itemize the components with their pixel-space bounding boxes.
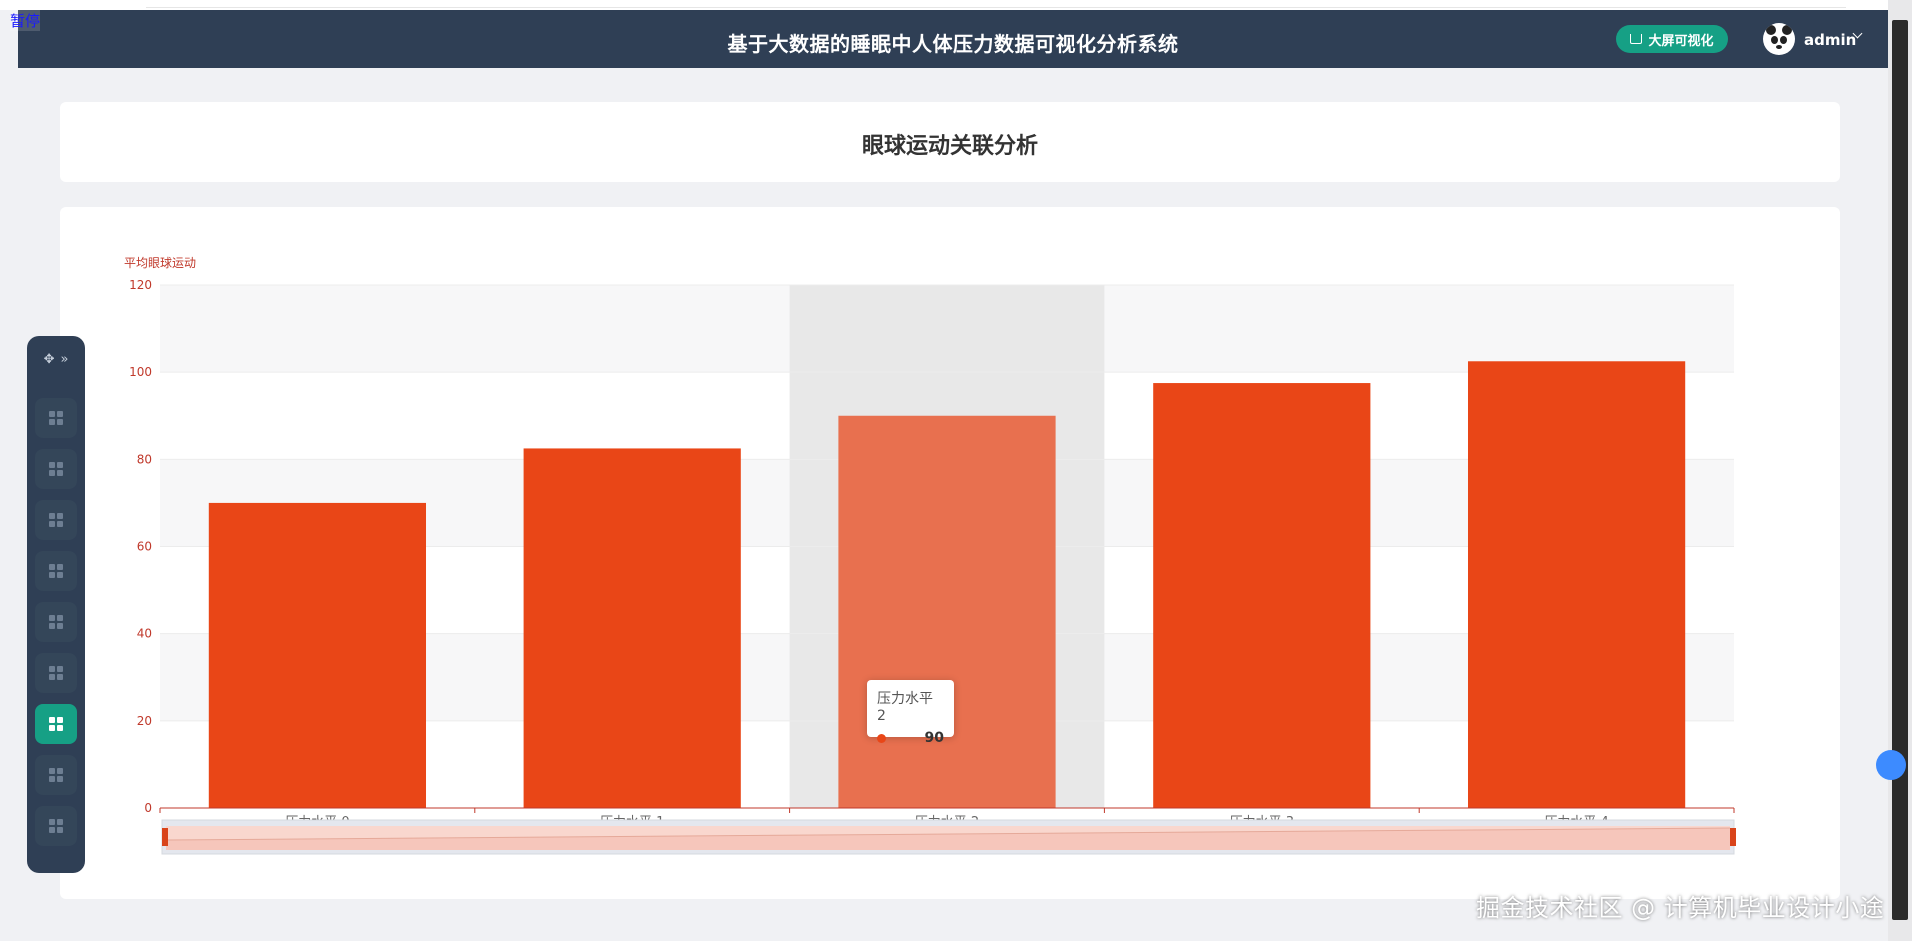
y-tick-label: 100 xyxy=(129,365,152,379)
cart-icon xyxy=(1630,34,1643,44)
bar-1 xyxy=(523,448,741,808)
y-axis-label: 平均眼球运动 xyxy=(124,256,196,270)
top-header: 基于大数据的睡眠中人体压力数据可视化分析系统 大屏可视化 admin xyxy=(18,10,1888,68)
bar-3 xyxy=(1153,383,1371,808)
grid-icon xyxy=(49,666,63,680)
floating-sidebar: ✥ » xyxy=(27,336,85,873)
tooltip-dot-icon xyxy=(877,733,886,743)
sidebar-item-5[interactable] xyxy=(35,653,77,693)
grid-icon xyxy=(49,411,63,425)
bigscreen-button[interactable]: 大屏可视化 xyxy=(1616,25,1728,53)
sidebar-item-7[interactable] xyxy=(35,755,77,795)
tooltip-row: 90 xyxy=(877,730,944,746)
y-tick-label: 120 xyxy=(129,278,152,292)
sidebar-item-6[interactable] xyxy=(35,704,77,744)
app-viewport: 暂停 基于大数据的睡眠中人体压力数据可视化分析系统 大屏可视化 admin 眼球… xyxy=(0,0,1912,941)
grid-icon xyxy=(49,717,63,731)
bar-2 xyxy=(838,415,1056,808)
top-strip-segment xyxy=(146,0,1846,8)
grid-icon xyxy=(49,564,63,578)
edge-float-button[interactable] xyxy=(1876,750,1906,780)
sidebar-item-2[interactable] xyxy=(35,500,77,540)
sidebar-header: ✥ » xyxy=(27,346,85,372)
panda-eye-right xyxy=(1780,36,1787,44)
grid-icon xyxy=(49,768,63,782)
watermark: 掘金技术社区 @ 计算机毕业设计小途 xyxy=(1476,894,1885,922)
scrollbar-thumb[interactable] xyxy=(1892,20,1908,920)
bar-0 xyxy=(208,502,427,808)
y-tick-label: 0 xyxy=(144,801,152,815)
system-title: 基于大数据的睡眠中人体压力数据可视化分析系统 xyxy=(727,32,1179,56)
move-icon[interactable]: ✥ xyxy=(44,352,55,367)
sidebar-item-3[interactable] xyxy=(35,551,77,591)
sidebar-item-0[interactable] xyxy=(35,398,77,438)
grid-icon xyxy=(49,513,63,527)
grid-icon xyxy=(49,819,63,833)
sidebar-item-8[interactable] xyxy=(35,806,77,846)
sidebar-item-1[interactable] xyxy=(35,449,77,489)
datazoom-handle-left xyxy=(162,828,168,846)
page-title-card: 眼球运动关联分析 xyxy=(60,102,1840,182)
chart-card: 020406080100120平均眼球运动压力水平 0压力水平 1压力水平 2压… xyxy=(60,207,1840,899)
panda-nose xyxy=(1776,45,1782,49)
y-tick-label: 80 xyxy=(137,452,152,466)
bar-chart: 020406080100120平均眼球运动压力水平 0压力水平 1压力水平 2压… xyxy=(124,256,1736,855)
bigscreen-label: 大屏可视化 xyxy=(1648,33,1714,49)
page-title: 眼球运动关联分析 xyxy=(861,134,1038,159)
panda-eye-left xyxy=(1771,36,1778,44)
pause-label[interactable]: 暂停 xyxy=(10,10,41,31)
y-tick-label: 60 xyxy=(137,540,152,554)
chart-tooltip: 压力水平 2 90 xyxy=(867,680,954,746)
datazoom-handle-right xyxy=(1730,828,1736,846)
user-name[interactable]: admin xyxy=(1804,31,1856,49)
sidebar-item-4[interactable] xyxy=(35,602,77,642)
bar-4 xyxy=(1467,361,1686,808)
y-tick-label: 40 xyxy=(137,627,152,641)
window-scrollbar[interactable] xyxy=(1888,0,1912,941)
grid-icon xyxy=(49,615,63,629)
top-strip xyxy=(0,0,1912,10)
panda-ear-right xyxy=(1782,25,1792,35)
expand-icon[interactable]: » xyxy=(60,352,68,367)
panda-ear-left xyxy=(1766,25,1776,35)
grid-icon xyxy=(49,462,63,476)
tooltip-label: 压力水平 2 xyxy=(877,691,933,724)
y-tick-label: 20 xyxy=(137,714,152,728)
avatar[interactable] xyxy=(1763,23,1795,55)
tooltip-value: 90 xyxy=(924,730,944,746)
